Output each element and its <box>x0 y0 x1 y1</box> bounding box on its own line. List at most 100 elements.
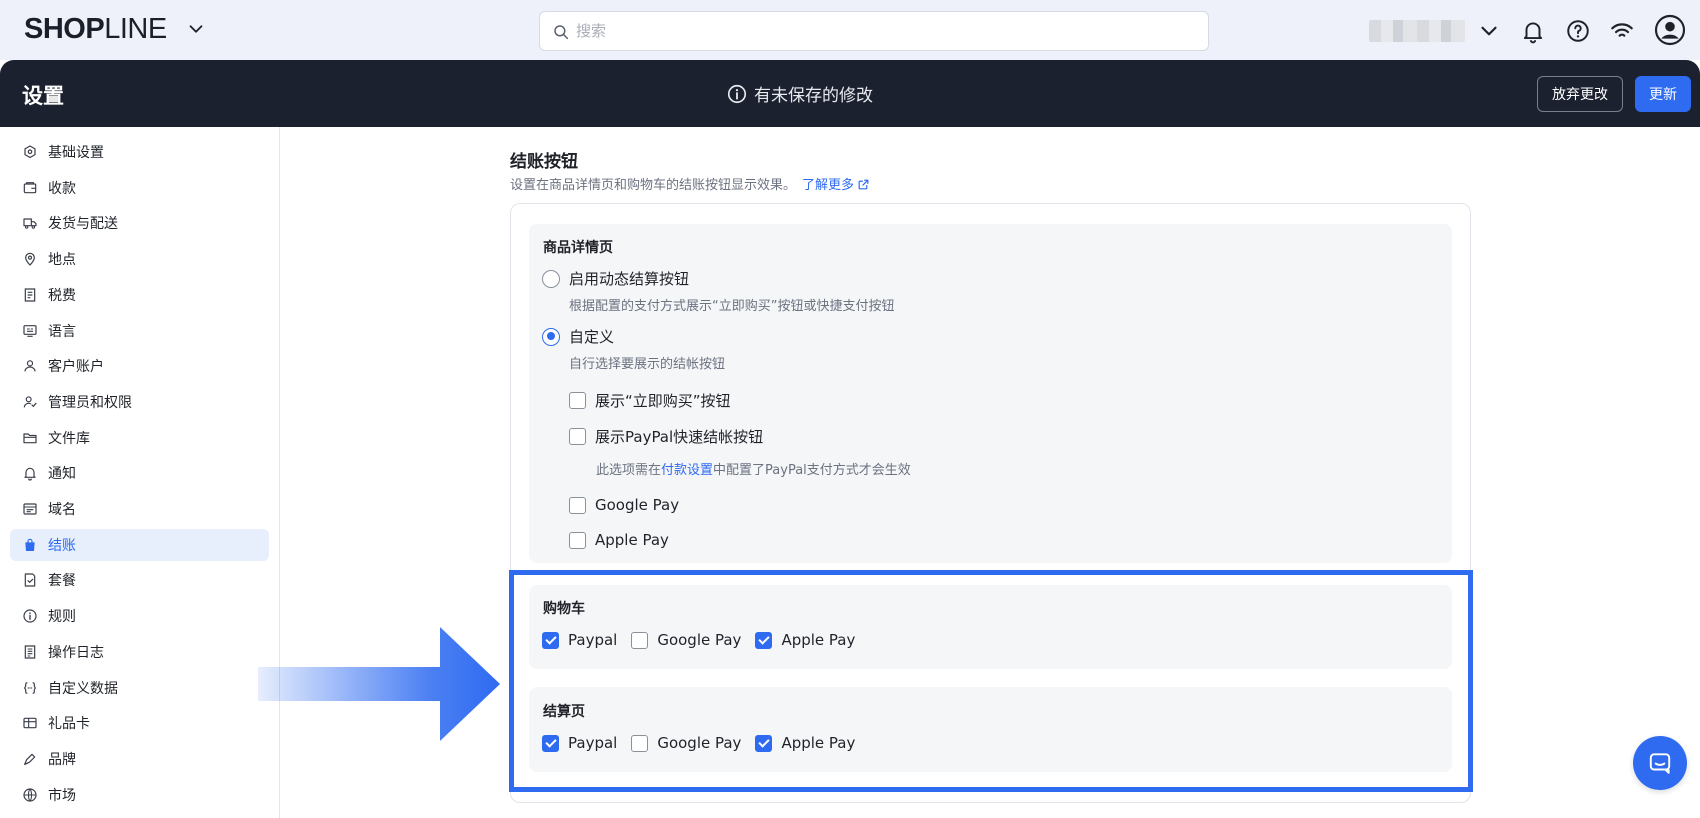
payment-settings-link[interactable]: 付款设置 <box>661 463 713 478</box>
sidebar-item-label: 基础设置 <box>48 145 104 161</box>
globe-icon <box>22 787 38 803</box>
section-description: 设置在商品详情页和购物车的结账按钮显示效果。 了解更多 <box>510 174 870 193</box>
settings-sidebar: 基础设置收款发货与配送地点税费语言客户账户管理员和权限 文件库通知域名结账套餐规则… <box>0 127 280 818</box>
sidebar-item-label: 域名 <box>48 502 76 518</box>
search-input[interactable] <box>576 18 1176 44</box>
language-icon <box>22 323 38 339</box>
sidebar-item[interactable]: 礼品卡 <box>10 707 269 739</box>
checkbox-google-pay[interactable]: Google Pay <box>569 496 679 514</box>
sidebar-item-label: 文件库 <box>48 430 90 447</box>
search-box[interactable] <box>539 11 1209 51</box>
sidebar-item-label: 客户账户 <box>48 359 104 376</box>
sidebar-item-label: 规则 <box>48 609 76 626</box>
radio-custom[interactable]: 自定义 <box>542 326 614 347</box>
page-title: 设置 <box>22 84 64 108</box>
checkbox-paypal-express[interactable]: 展示PayPal快速结帐按钮 <box>569 426 763 447</box>
sidebar-item[interactable]: 收款 <box>10 172 269 204</box>
radio-button[interactable] <box>542 269 560 288</box>
avatar-icon[interactable] <box>1654 14 1686 46</box>
radio-dynamic-hint: 根据配置的支付方式展示“立即购买”按钮或快捷支付按钮 <box>569 299 895 314</box>
sidebar-item[interactable]: 发货与配送 <box>10 207 269 239</box>
store-switcher-blurred[interactable] <box>1369 20 1465 42</box>
sidebar-item[interactable]: 管理员和权限 <box>10 386 269 418</box>
chevron-down-icon[interactable] <box>1476 18 1502 44</box>
sidebar-item-label: 税费 <box>48 287 76 304</box>
sidebar-item[interactable]: 地点 <box>10 243 269 275</box>
checkbox[interactable] <box>569 428 586 445</box>
sidebar-item[interactable]: 基础设置 <box>10 136 269 168</box>
sidebar-item[interactable]: 品牌 <box>10 743 269 775</box>
bell-icon <box>22 465 38 481</box>
unsaved-changes-notice: 有未保存的修改 <box>726 81 873 106</box>
sidebar-item[interactable]: 语言 <box>10 315 269 347</box>
domain-icon <box>22 501 38 517</box>
wifi-icon[interactable] <box>1609 18 1635 44</box>
sidebar-item-label: 收款 <box>48 180 76 197</box>
checkbox-buy-now[interactable]: 展示“立即购买”按钮 <box>569 390 731 411</box>
top-bar: SHOPLINE <box>0 0 1700 60</box>
sidebar-item-label: 地点 <box>48 252 76 269</box>
external-link-icon <box>858 179 869 190</box>
checkbox-apple-pay[interactable]: Apple Pay <box>569 531 669 549</box>
radio-dynamic-checkout[interactable]: 启用动态结算按钮 <box>542 268 689 289</box>
sidebar-item-label: 操作日志 <box>48 644 104 661</box>
log-icon <box>22 644 38 660</box>
chevron-down-icon[interactable] <box>185 18 207 40</box>
chat-support-button[interactable] <box>1633 736 1687 790</box>
sidebar-item-label: 通知 <box>48 466 76 483</box>
shopline-logo[interactable]: SHOPLINE <box>24 13 167 46</box>
info-icon <box>22 608 38 624</box>
paypal-hint: 此选项需在付款设置中配置了PayPal支付方式才会生效 <box>596 463 911 478</box>
product-page-panel: 商品详情页 启用动态结算按钮 根据配置的支付方式展示“立即购买”按钮或快捷支付按… <box>529 224 1452 563</box>
sidebar-item[interactable]: 客户账户 <box>10 350 269 382</box>
sidebar-item[interactable]: 自定义数据 <box>10 672 269 704</box>
sidebar-item[interactable]: 税费 <box>10 279 269 311</box>
gift-card-icon <box>22 715 38 731</box>
sidebar-item[interactable]: 结账 <box>10 528 269 561</box>
sidebar-item[interactable]: 操作日志 <box>10 636 269 668</box>
user-icon <box>22 358 38 374</box>
brand-icon <box>22 751 38 767</box>
plan-icon <box>22 572 38 588</box>
sidebar-item-label: 发货与配送 <box>48 216 118 233</box>
receipt-icon <box>22 287 38 303</box>
sidebar-item[interactable]: 市场 <box>10 779 269 811</box>
sidebar-item[interactable]: 套餐 <box>10 564 269 596</box>
pin-icon <box>22 251 38 267</box>
settings-hex-icon <box>22 144 38 160</box>
folder-icon <box>22 430 38 446</box>
update-button[interactable]: 更新 <box>1635 76 1691 112</box>
sidebar-item[interactable]: 通知 <box>10 457 269 489</box>
checkbox[interactable] <box>569 392 586 409</box>
sidebar-item-label: 礼品卡 <box>48 716 90 733</box>
braces-icon <box>22 680 38 696</box>
section-title: 结账按钮 <box>510 152 578 172</box>
chat-icon <box>1649 753 1671 774</box>
sidebar-item-label: 管理员和权限 <box>48 394 132 411</box>
wallet-icon <box>22 180 38 196</box>
sidebar-item-label: 结账 <box>48 537 76 554</box>
sidebar-item[interactable]: 域名 <box>10 493 269 525</box>
bell-icon[interactable] <box>1520 18 1546 44</box>
highlight-box <box>509 570 1473 792</box>
sidebar-item-label: 品牌 <box>48 751 76 768</box>
sidebar-item-label: 语言 <box>48 323 76 340</box>
search-icon <box>554 25 569 40</box>
sidebar-item-label: 自定义数据 <box>48 680 118 697</box>
truck-icon <box>22 215 38 231</box>
settings-header: 设置 有未保存的修改 放弃更改 更新 <box>0 60 1700 127</box>
radio-custom-hint: 自行选择要展示的结帐按钮 <box>569 357 726 372</box>
radio-button-selected[interactable] <box>542 327 560 346</box>
discard-changes-button[interactable]: 放弃更改 <box>1537 76 1623 112</box>
learn-more-link[interactable]: 了解更多 <box>802 178 870 193</box>
sidebar-item[interactable]: 规则 <box>10 600 269 632</box>
checkbox[interactable] <box>569 496 586 514</box>
bag-icon <box>22 537 38 553</box>
sidebar-item[interactable]: 文件库 <box>10 422 269 454</box>
sidebar-item-label: 套餐 <box>48 573 76 590</box>
info-icon <box>727 84 747 103</box>
checkbox[interactable] <box>569 531 586 549</box>
product-page-title: 商品详情页 <box>543 240 613 256</box>
help-icon[interactable] <box>1565 18 1591 44</box>
sidebar-item-label: 市场 <box>48 787 76 804</box>
